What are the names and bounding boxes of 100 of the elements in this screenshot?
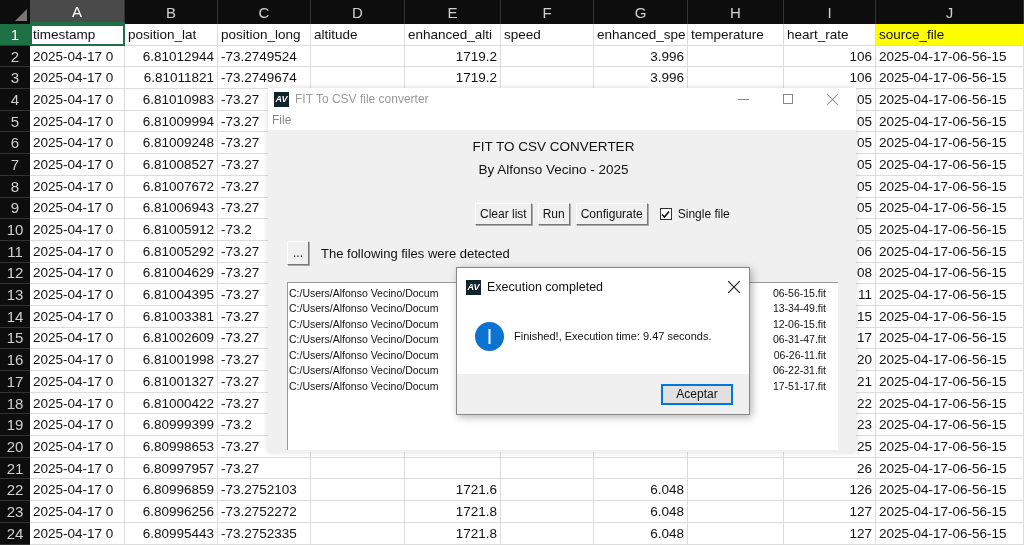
row-header[interactable]: 22	[0, 479, 30, 502]
spreadsheet-cell: position_long	[218, 24, 311, 46]
spreadsheet-cell: heart_rate	[784, 24, 876, 46]
spreadsheet-cell: 2025-04-17 0	[30, 522, 125, 545]
spreadsheet-cell: 6.81003381	[125, 305, 218, 328]
spreadsheet-cell: -73.2752335	[218, 522, 311, 545]
row-header[interactable]: 23	[0, 501, 30, 523]
row-header[interactable]: 8	[0, 175, 30, 198]
spreadsheet-cell: 6.048	[594, 501, 688, 523]
row-header[interactable]: 21	[0, 457, 30, 480]
spreadsheet-cell: source_file	[876, 24, 1024, 46]
row-header[interactable]: 15	[0, 327, 30, 350]
row-header[interactable]: 17	[0, 371, 30, 393]
spreadsheet-cell: -73.2749674	[218, 67, 311, 90]
select-all-icon[interactable]	[15, 9, 27, 21]
spreadsheet-cell: altitude	[311, 24, 405, 46]
row-header[interactable]: 5	[0, 110, 30, 133]
spreadsheet-cell: 3.996	[594, 45, 688, 68]
spreadsheet-cell: 2025-04-17-06-56-15	[876, 67, 1024, 90]
spreadsheet-cell: temperature	[688, 24, 784, 46]
spreadsheet-cell: 6.80997957	[125, 457, 218, 480]
row-header[interactable]: 10	[0, 219, 30, 241]
row-header[interactable]: 16	[0, 349, 30, 371]
minimize-icon[interactable]	[738, 98, 749, 100]
spreadsheet-cell: 6.81008527	[125, 154, 218, 176]
spreadsheet-cell: 1721.8	[405, 501, 501, 523]
spreadsheet-cell: 1721.8	[405, 522, 501, 545]
spreadsheet-cell: 6.81007672	[125, 175, 218, 198]
spreadsheet-cell: 6.81006943	[125, 197, 218, 220]
spreadsheet-cell: 2025-04-17-06-56-15	[876, 219, 1024, 241]
spreadsheet-cell: 2025-04-17 0	[30, 219, 125, 241]
row-header[interactable]: 18	[0, 392, 30, 415]
spreadsheet-cell: 2025-04-17 0	[30, 414, 125, 437]
row-header[interactable]: 6	[0, 132, 30, 155]
spreadsheet-cell: 6.81012944	[125, 45, 218, 68]
menu-item[interactable]: File	[272, 113, 292, 127]
column-header[interactable]: D	[311, 0, 405, 24]
row-header[interactable]: 9	[0, 197, 30, 220]
spreadsheet-cell: 2025-04-17-06-56-15	[876, 197, 1024, 220]
spreadsheet-cell: position_lat	[125, 24, 218, 46]
spreadsheet-cell: 2025-04-17 0	[30, 371, 125, 393]
spreadsheet-cell: 2025-04-17 0	[30, 436, 125, 458]
action-button[interactable]: Run	[537, 203, 570, 225]
spreadsheet-cell: 6.80996256	[125, 501, 218, 523]
spreadsheet-cell: 6.81001327	[125, 371, 218, 393]
spreadsheet-cell: 2025-04-17-06-56-15	[876, 305, 1024, 328]
row-header[interactable]: 2	[0, 45, 30, 68]
row-header[interactable]: 20	[0, 436, 30, 458]
spreadsheet-cell: 2025-04-17 0	[30, 392, 125, 415]
spreadsheet-cell: 6.81001998	[125, 349, 218, 371]
column-header[interactable]: C	[218, 0, 311, 24]
spreadsheet-cell: 2025-04-17-06-56-15	[876, 371, 1024, 393]
spreadsheet-cell: 6.80996859	[125, 479, 218, 502]
dialog-title: Execution completed	[487, 280, 605, 294]
spreadsheet-cell: 106	[784, 45, 876, 68]
row-header[interactable]: 19	[0, 414, 30, 437]
spreadsheet-cell: 2025-04-17 0	[30, 479, 125, 502]
ok-button[interactable]: Aceptar	[661, 383, 733, 405]
column-header[interactable]: I	[784, 0, 876, 24]
row-header[interactable]: 7	[0, 154, 30, 176]
column-header[interactable]: J	[876, 0, 1024, 24]
row-header[interactable]: 13	[0, 284, 30, 306]
column-header[interactable]: B	[125, 0, 218, 24]
column-header[interactable]: A	[30, 0, 125, 24]
spreadsheet-cell: 1719.2	[405, 45, 501, 68]
row-header[interactable]: 3	[0, 67, 30, 90]
spreadsheet-cell: 6.81009248	[125, 132, 218, 155]
spreadsheet-cell: 2025-04-17-06-56-15	[876, 45, 1024, 68]
spreadsheet-cell: 2025-04-17-06-56-15	[876, 457, 1024, 480]
row-header[interactable]: 1	[0, 24, 30, 46]
close-icon[interactable]	[728, 281, 740, 293]
spreadsheet-cell: 2025-04-17 0	[30, 284, 125, 306]
spreadsheet-cell: 2025-04-17 0	[30, 45, 125, 68]
browse-button[interactable]: ...	[287, 241, 309, 265]
spreadsheet-cell: 2025-04-17 0	[30, 240, 125, 263]
row-header[interactable]: 12	[0, 262, 30, 285]
spreadsheet-cell: 6.81010983	[125, 89, 218, 111]
row-header[interactable]: 11	[0, 240, 30, 263]
checkbox[interactable]	[659, 208, 672, 220]
column-header[interactable]: E	[405, 0, 501, 24]
column-header[interactable]: G	[594, 0, 688, 24]
dialog-message: Finished!, Execution time: 9.47 seconds.	[514, 330, 712, 342]
app-heading: FIT TO CSV CONVERTER	[472, 139, 635, 154]
action-button[interactable]: Configurate	[575, 203, 648, 225]
info-icon	[475, 321, 504, 351]
spreadsheet-cell: 2025-04-17-06-56-15	[876, 327, 1024, 350]
spreadsheet-cell: 2025-04-17 0	[30, 305, 125, 328]
row-header[interactable]: 14	[0, 305, 30, 328]
spreadsheet-cell: 6.81005292	[125, 240, 218, 263]
author-text: By Alfonso Vecino - 2025	[478, 162, 629, 177]
row-header[interactable]: 24	[0, 522, 30, 545]
spreadsheet-cell: 2025-04-17 0	[30, 197, 125, 220]
action-button[interactable]: Clear list	[475, 203, 532, 225]
column-header[interactable]: H	[688, 0, 784, 24]
column-header[interactable]: F	[501, 0, 594, 24]
spreadsheet-cell: 2025-04-17-06-56-15	[876, 284, 1024, 306]
maximize-icon[interactable]	[783, 94, 793, 104]
spreadsheet-cell: 2025-04-17 0	[30, 67, 125, 90]
app-logo: AV	[466, 279, 481, 295]
row-header[interactable]: 4	[0, 89, 30, 111]
